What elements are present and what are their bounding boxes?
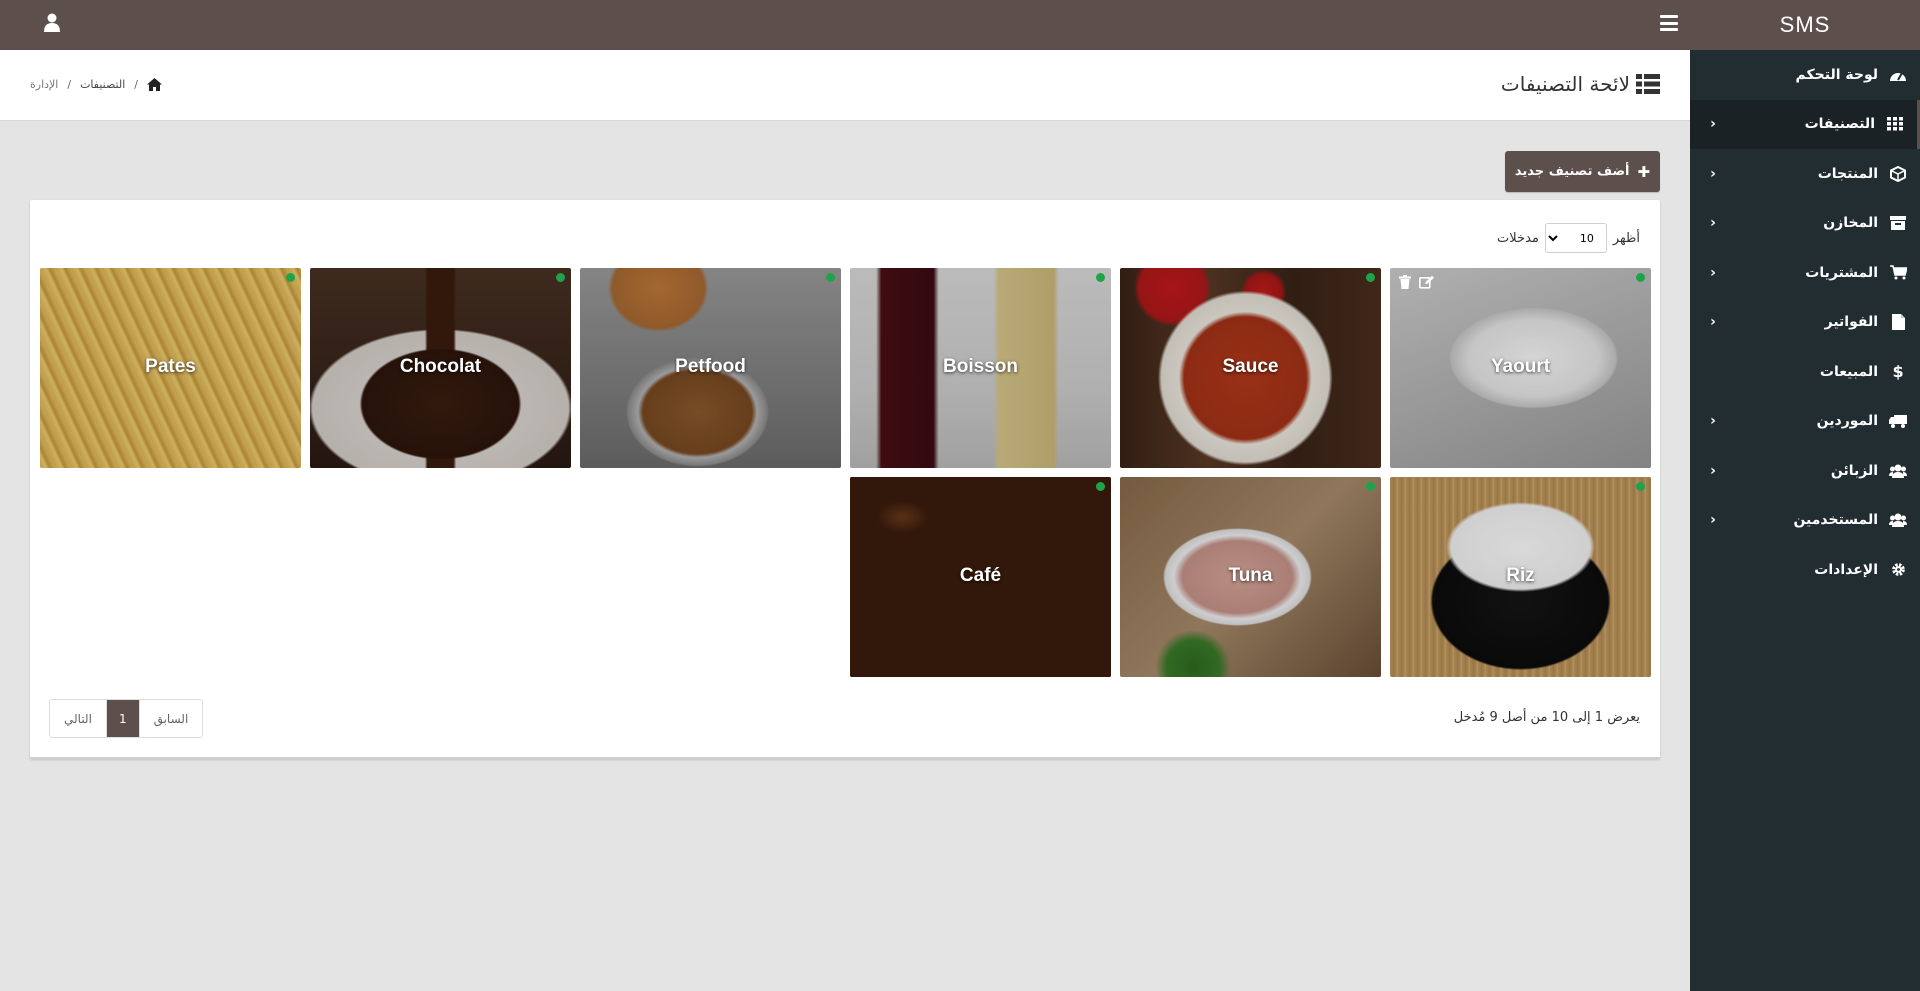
plus-icon: ✚	[1637, 162, 1651, 181]
chevron-left-icon: ‹	[1710, 264, 1716, 281]
add-category-label: أضف تصنيف جديد	[1514, 164, 1630, 179]
status-dot	[1366, 273, 1375, 282]
chevron-left-icon: ‹	[1710, 462, 1716, 479]
pagination: السابق 1 التالي	[49, 699, 204, 738]
chevron-left-icon: ‹	[1710, 165, 1716, 182]
truck-icon	[1888, 412, 1908, 430]
add-category-button[interactable]: ✚ أضف تصنيف جديد	[1505, 151, 1660, 192]
breadcrumb-separator: /	[67, 78, 72, 91]
category-name: Petfood	[675, 356, 746, 377]
menu-toggle-icon[interactable]	[1660, 15, 1678, 31]
breadcrumb-categories[interactable]: التصنيفات	[80, 78, 125, 91]
page-length-select[interactable]: 10	[1544, 223, 1607, 253]
sidebar-item-suppliers[interactable]: الموردين ‹	[1690, 397, 1920, 447]
grid-icon	[1885, 115, 1905, 133]
category-card-yaourt[interactable]: Yaourt	[1390, 268, 1651, 468]
status-dot	[286, 273, 295, 282]
table-info: يعرض 1 إلى 10 من أصل 9 مُدخل	[1453, 710, 1640, 725]
sidebar-item-invoices[interactable]: الفواتير ‹	[1690, 298, 1920, 348]
sidebar-item-categories[interactable]: التصنيفات ‹	[1690, 99, 1920, 149]
category-name: Riz	[1506, 565, 1535, 586]
category-card-riz[interactable]: Riz	[1390, 477, 1651, 677]
cube-icon	[1888, 165, 1908, 183]
card-actions	[1396, 274, 1435, 290]
users-icon	[1888, 462, 1908, 480]
status-dot	[1636, 273, 1645, 282]
category-name: Café	[959, 565, 1002, 586]
pagination-previous[interactable]: السابق	[138, 700, 203, 737]
delete-icon[interactable]	[1396, 274, 1413, 290]
chevron-left-icon: ‹	[1710, 512, 1716, 529]
show-label: أظهر	[1612, 230, 1640, 246]
list-icon	[1636, 74, 1660, 94]
top-navbar	[0, 0, 1690, 50]
categories-box: أظهر 10 مدخلات Yaourt Sauce Boisson Petf…	[30, 200, 1660, 759]
category-card-tuna[interactable]: Tuna	[1120, 477, 1381, 677]
sidebar-item-settings[interactable]: الإعدادات	[1690, 545, 1920, 595]
status-dot	[1096, 273, 1105, 282]
gear-icon	[1888, 561, 1908, 579]
sidebar-item-dashboard[interactable]: لوحة التحكم	[1690, 50, 1920, 100]
sidebar-item-customers[interactable]: الزبائن ‹	[1690, 446, 1920, 496]
content-header: لائحة التصنيفات / التصنيفات / الإدارة	[0, 50, 1690, 121]
user-icon[interactable]	[44, 13, 60, 33]
pagination-page-1[interactable]: 1	[105, 700, 139, 737]
chevron-left-icon: ‹	[1710, 413, 1716, 430]
breadcrumb-administration: الإدارة	[30, 78, 59, 91]
sidebar-item-sales[interactable]: $ المبيعات	[1690, 347, 1920, 397]
edit-icon[interactable]	[1418, 274, 1435, 290]
page-title: لائحة التصنيفات	[1501, 72, 1660, 96]
status-dot	[1096, 482, 1105, 491]
entries-label: مدخلات	[1497, 230, 1539, 246]
page-title-text: لائحة التصنيفات	[1500, 72, 1630, 96]
sidebar-item-purchases[interactable]: المشتريات ‹	[1690, 248, 1920, 298]
status-dot	[826, 273, 835, 282]
home-icon[interactable]	[146, 78, 162, 91]
category-name: Boisson	[943, 356, 1018, 377]
chevron-left-icon: ‹	[1710, 314, 1716, 331]
users-icon	[1888, 511, 1908, 529]
archive-icon	[1888, 214, 1908, 232]
sidebar-menu: لوحة التحكم التصنيفات ‹ المنتجات ‹ المخا…	[1690, 50, 1920, 595]
pagination-next[interactable]: التالي	[50, 700, 106, 737]
shopping-cart-icon	[1888, 264, 1908, 282]
chevron-left-icon: ‹	[1710, 215, 1716, 232]
category-card-sauce[interactable]: Sauce	[1120, 268, 1381, 468]
breadcrumb-separator: /	[134, 78, 138, 91]
category-name: Pates	[145, 356, 196, 377]
dashboard-icon	[1888, 66, 1908, 84]
category-card-cafe[interactable]: Café	[850, 477, 1111, 677]
category-name: Yaourt	[1490, 356, 1551, 377]
category-card-chocolat[interactable]: Chocolat	[310, 268, 571, 468]
sidebar-item-users[interactable]: المستخدمين ‹	[1690, 496, 1920, 546]
brand-logo[interactable]: SMS	[1690, 0, 1920, 50]
status-dot	[556, 273, 565, 282]
category-name: Sauce	[1222, 356, 1279, 377]
chevron-left-icon: ‹	[1710, 116, 1716, 133]
dollar-icon: $	[1892, 362, 1904, 382]
category-card-pates[interactable]: Pates	[40, 268, 301, 468]
category-name: Chocolat	[399, 356, 482, 377]
sidebar: SMS لوحة التحكم التصنيفات ‹ المنتجات ‹ ا…	[1690, 0, 1920, 991]
category-card-boisson[interactable]: Boisson	[850, 268, 1111, 468]
category-name: Tuna	[1228, 565, 1273, 586]
sidebar-item-warehouses[interactable]: المخازن ‹	[1690, 199, 1920, 249]
breadcrumb: / التصنيفات / الإدارة	[30, 78, 162, 91]
page-length-control: أظهر 10 مدخلات	[1497, 223, 1640, 253]
category-card-petfood[interactable]: Petfood	[580, 268, 841, 468]
status-dot	[1366, 482, 1375, 491]
status-dot	[1636, 482, 1645, 491]
sidebar-item-products[interactable]: المنتجات ‹	[1690, 149, 1920, 199]
file-icon	[1888, 313, 1908, 331]
